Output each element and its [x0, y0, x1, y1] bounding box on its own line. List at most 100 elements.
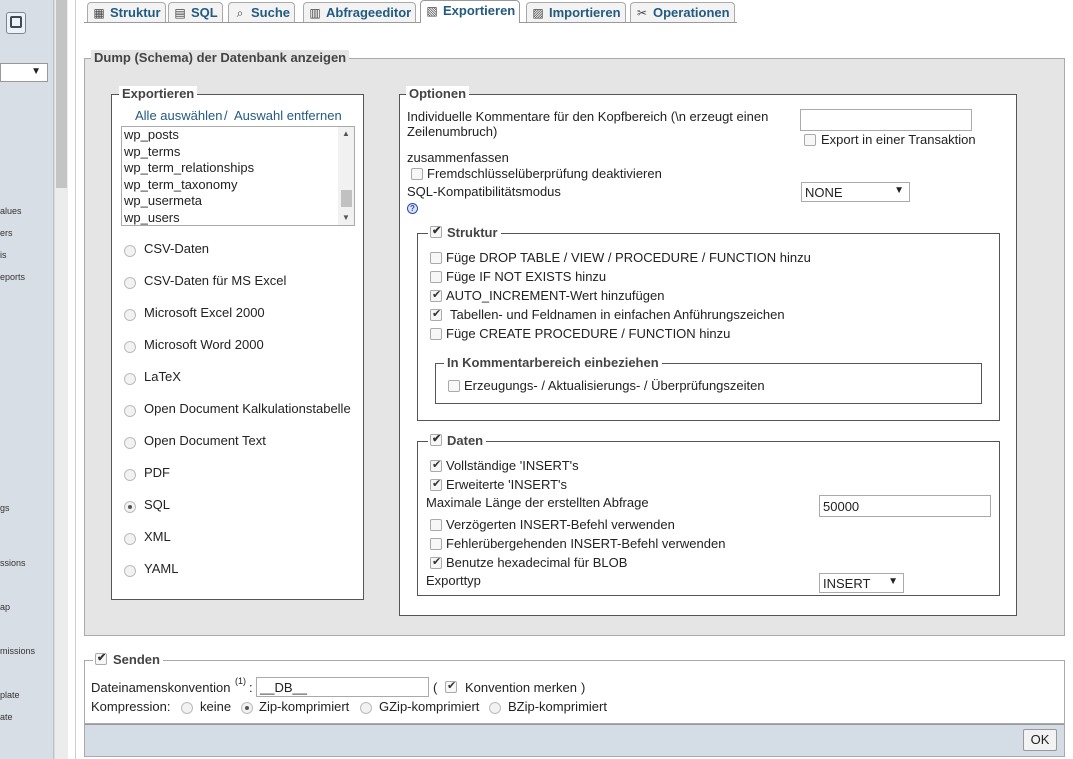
tab-structure[interactable]: ▦ Struktur [87, 2, 166, 22]
if-not-exists-checkbox[interactable] [430, 271, 442, 283]
tab-export[interactable]: ▧ Exportieren [420, 0, 521, 23]
navigation-scrollbar[interactable] [54, 0, 68, 759]
help-icon[interactable]: ? [407, 203, 418, 214]
data-checkbox[interactable] [430, 432, 442, 446]
complete-insert-checkbox[interactable] [430, 458, 442, 472]
format-radio[interactable] [124, 565, 136, 577]
chevron-down-icon: ▼ [888, 576, 898, 587]
scrollbar-thumb[interactable] [341, 190, 352, 207]
fk-checkbox[interactable] [411, 168, 423, 180]
delayed-checkbox[interactable] [430, 519, 442, 531]
max-length-input[interactable]: 50000 [819, 495, 991, 517]
backquotes-checkbox[interactable] [430, 307, 442, 321]
nav-item[interactable]: gs [0, 503, 10, 513]
compression-radio[interactable] [489, 702, 501, 714]
compat-value: NONE [805, 185, 843, 200]
compression-radio[interactable] [181, 702, 193, 714]
compression-option: keine [200, 699, 232, 714]
remember-checkbox[interactable] [445, 679, 457, 693]
auto-increment-checkbox[interactable] [430, 288, 442, 302]
export-type-select[interactable]: INSERT ▼ [819, 573, 904, 593]
tab-operations[interactable]: ✂ Operationen [630, 2, 735, 22]
create-procedure-checkbox[interactable] [430, 328, 442, 340]
format-radio[interactable] [124, 533, 136, 545]
ok-button[interactable]: OK [1023, 729, 1057, 751]
transaction-label: Export in einer Transaktion [821, 132, 976, 147]
tab-import[interactable]: ▨ Importieren [526, 2, 626, 22]
format-label: LaTeX [144, 369, 181, 384]
tab-search[interactable]: ⌕ Suche [228, 2, 296, 22]
tab-query[interactable]: ▥ Abfrageeditor [303, 2, 417, 22]
nav-item[interactable]: missions [0, 646, 35, 656]
select-all-link[interactable]: Alle auswählen [135, 108, 222, 123]
format-radio[interactable] [124, 469, 136, 481]
format-radio[interactable] [124, 341, 136, 353]
tab-label: Operationen [653, 5, 730, 20]
comments-input[interactable] [800, 109, 972, 131]
nav-item[interactable]: ers [0, 228, 13, 238]
listbox-scrollbar[interactable]: ▲ ▼ [338, 127, 354, 225]
compat-select[interactable]: NONE ▼ [801, 182, 910, 202]
tab-sql[interactable]: ▤ SQL [168, 2, 223, 22]
comment-legend: In Kommentarbereich einbeziehen [444, 355, 662, 370]
scrollbar-thumb[interactable] [56, 0, 67, 188]
nav-item[interactable]: ap [0, 602, 10, 612]
format-radio[interactable] [124, 405, 136, 417]
deselect-all-link[interactable]: Auswahl entfernen [234, 108, 342, 123]
list-item[interactable]: wp_term_relationships [122, 160, 354, 177]
link-separator: / [224, 108, 228, 123]
export-type-value: INSERT [823, 576, 871, 591]
query-icon: ▥ [309, 6, 321, 20]
max-length-label: Maximale Länge der erstellten Abfrage [426, 495, 649, 510]
search-icon: ⌕ [236, 6, 244, 20]
data-legend: Daten [447, 433, 484, 448]
format-radio[interactable] [124, 309, 136, 321]
compression-radio-selected[interactable] [241, 702, 253, 714]
operations-icon: ✂ [636, 6, 648, 20]
scroll-up-icon[interactable]: ▲ [342, 129, 350, 138]
nav-item[interactable]: ate [0, 712, 13, 722]
filename-label: Dateinamenskonvention [91, 680, 231, 695]
format-radio[interactable] [124, 277, 136, 289]
nav-item[interactable]: alues [0, 206, 22, 216]
format-label: CSV-Daten [144, 241, 210, 256]
hex-checkbox[interactable] [430, 555, 442, 569]
list-item[interactable]: wp_terms [122, 144, 354, 161]
dates-checkbox[interactable] [448, 380, 460, 392]
scroll-down-icon[interactable]: ▼ [342, 213, 350, 222]
structure-icon: ▦ [93, 6, 105, 20]
navigation-toggle-icon[interactable] [6, 12, 26, 34]
zusammenfassen-label: zusammenfassen [407, 150, 509, 165]
nav-item[interactable]: ssions [0, 558, 26, 568]
format-radio[interactable] [124, 373, 136, 385]
chevron-down-icon: ▼ [31, 66, 41, 77]
send-checkbox[interactable] [95, 651, 107, 665]
nav-item[interactable]: is [0, 250, 7, 260]
nav-item[interactable]: eports [0, 272, 25, 282]
ignore-checkbox[interactable] [430, 538, 442, 550]
transaction-checkbox[interactable] [804, 134, 816, 146]
import-icon: ▨ [532, 6, 544, 20]
list-item[interactable]: wp_term_taxonomy [122, 177, 354, 194]
list-item[interactable]: wp_posts [122, 127, 354, 144]
structure-checkbox[interactable] [430, 224, 442, 238]
send-legend-wrap: Senden [93, 651, 163, 667]
database-select[interactable]: ▼ [0, 63, 48, 82]
nav-item[interactable]: plate [0, 690, 20, 700]
options-legend: Optionen [406, 86, 470, 101]
format-radio-selected[interactable] [124, 501, 136, 513]
navigation-panel: ▼ alues ers is eports gs ssions ap missi… [0, 0, 54, 759]
filename-input[interactable]: __DB__ [256, 677, 429, 697]
remember-label: Konvention merken [465, 680, 578, 695]
format-label: YAML [144, 561, 179, 576]
drop-table-checkbox[interactable] [430, 252, 442, 264]
option-label: Benutze hexadecimal für BLOB [446, 555, 628, 570]
list-item[interactable]: wp_users [122, 210, 354, 225]
format-radio[interactable] [124, 245, 136, 257]
table-listbox[interactable]: wp_posts wp_terms wp_term_relationships … [121, 126, 355, 226]
compression-radio[interactable] [360, 702, 372, 714]
list-item[interactable]: wp_usermeta [122, 193, 354, 210]
format-radio[interactable] [124, 437, 136, 449]
extended-insert-checkbox[interactable] [430, 477, 442, 491]
tab-label: Struktur [110, 5, 161, 20]
